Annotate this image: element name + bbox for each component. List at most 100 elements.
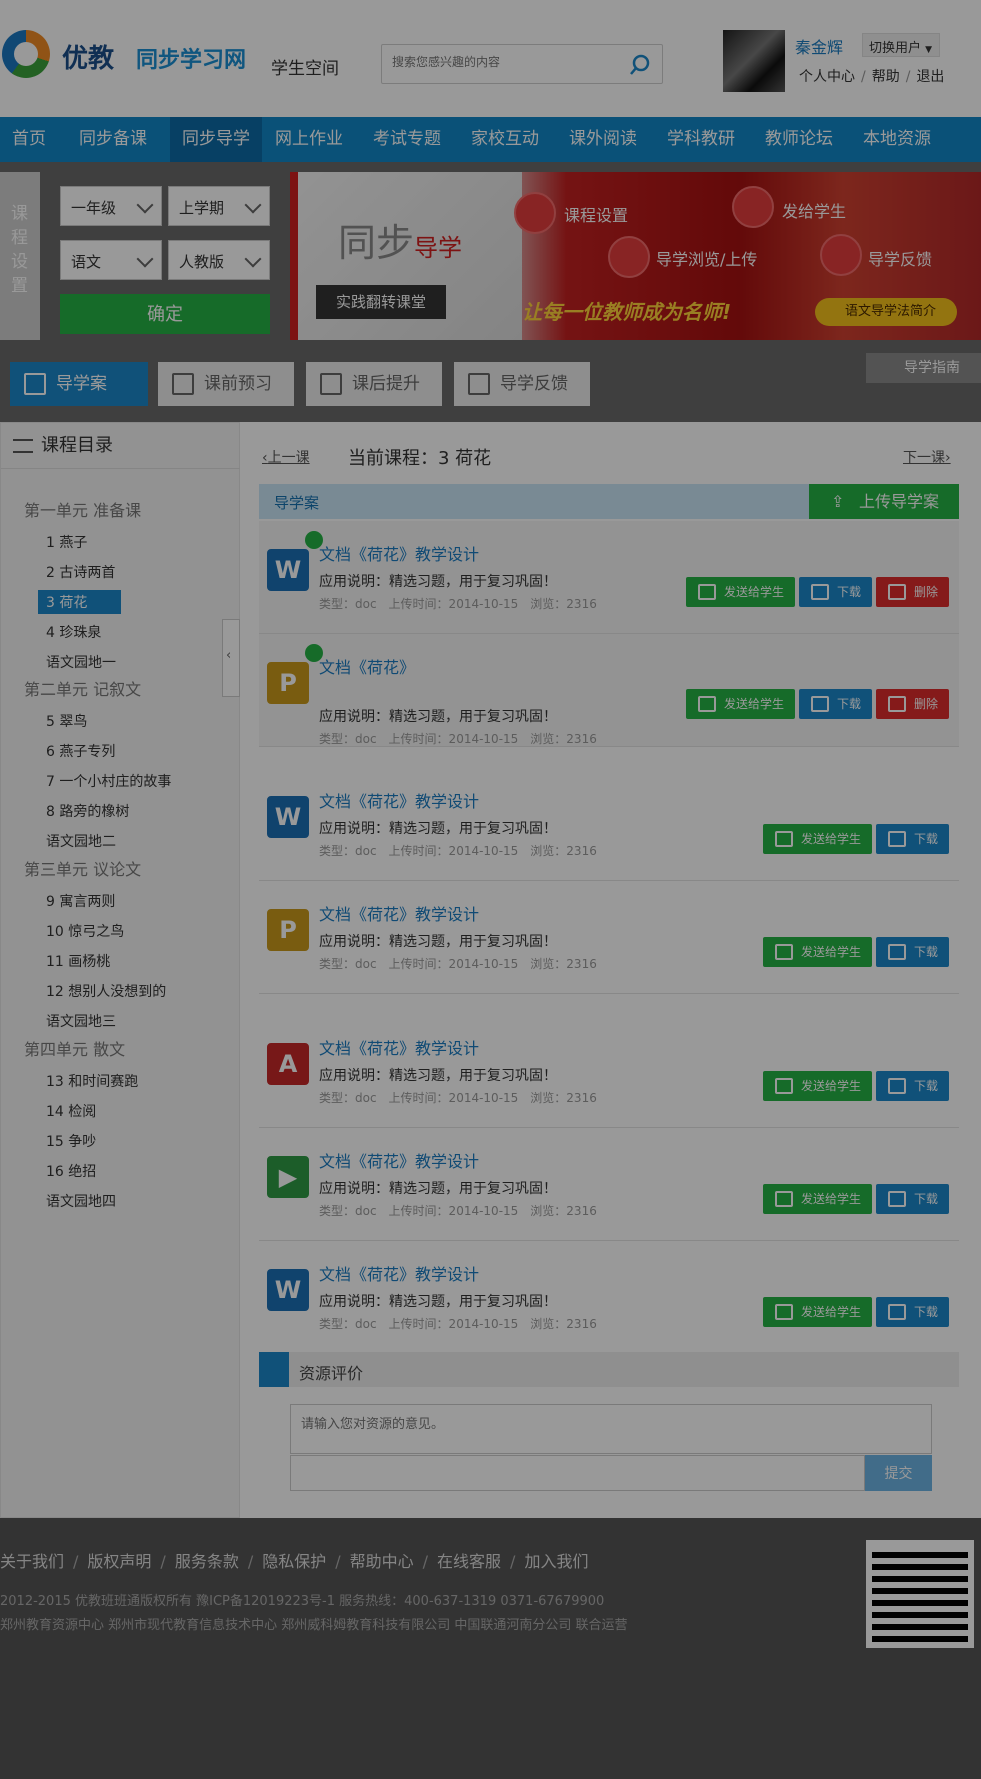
download-button[interactable]: 下载: [876, 1071, 949, 1101]
catalog-lesson[interactable]: 13 和时间赛跑: [46, 1071, 138, 1091]
file-title[interactable]: 文档《荷花》教学设计: [319, 1035, 479, 1059]
nav-guide[interactable]: 同步导学: [170, 117, 262, 162]
download-button[interactable]: 下载: [876, 1184, 949, 1214]
send-to-students-button[interactable]: 发送给学生: [763, 1297, 872, 1327]
nav-reading[interactable]: 课外阅读: [557, 117, 649, 162]
banner[interactable]: 同步导学 实践翻转课堂 课程设置 发给学生 导学浏览/上传 导学反馈 让每一位教…: [290, 172, 981, 340]
search-icon[interactable]: [628, 53, 652, 77]
logo-brand[interactable]: 优教: [62, 38, 114, 75]
delete-button[interactable]: 删除: [876, 577, 949, 607]
nav-local[interactable]: 本地资源: [851, 117, 943, 162]
catalog-lesson[interactable]: 1 燕子: [46, 532, 87, 552]
catalog-lesson[interactable]: 语文园地三: [46, 1011, 116, 1031]
send-to-students-button[interactable]: 发送给学生: [763, 1184, 872, 1214]
footer-link[interactable]: 隐私保护: [262, 1552, 326, 1571]
search-box[interactable]: [381, 44, 663, 84]
catalog-lesson[interactable]: 4 珍珠泉: [46, 622, 101, 642]
catalog-lesson[interactable]: 7 一个小村庄的故事: [46, 771, 171, 791]
download-button[interactable]: 下载: [876, 1297, 949, 1327]
catalog-lesson[interactable]: 9 寓言两则: [46, 891, 115, 911]
download-button[interactable]: 下载: [799, 689, 872, 719]
catalog-lesson[interactable]: 语文园地二: [46, 831, 116, 851]
catalog-lesson[interactable]: 6 燕子专列: [46, 741, 115, 761]
user-name[interactable]: 秦金辉: [795, 34, 843, 58]
file-title[interactable]: 文档《荷花》教学设计: [319, 788, 479, 812]
file-meta: 类型：doc 上传时间：2014-10-15 浏览：2316: [319, 1317, 597, 1331]
nav-research[interactable]: 学科教研: [655, 117, 747, 162]
course-catalog: 课程目录: [0, 422, 241, 1518]
catalog-lesson[interactable]: 11 画杨桃: [46, 951, 110, 971]
mail-icon: [775, 1304, 793, 1320]
download-button[interactable]: 下载: [799, 577, 872, 607]
nav-prep[interactable]: 同步备课: [67, 117, 159, 162]
download-icon: [811, 584, 829, 600]
logo-sub[interactable]: 同步学习网: [136, 42, 246, 74]
footer-link[interactable]: 服务条款: [175, 1552, 239, 1571]
file-desc: 应用说明：精选习题，用于复习巩固！: [319, 1294, 557, 1310]
file-title[interactable]: 文档《荷花》教学设计: [319, 1148, 479, 1172]
catalog-lesson[interactable]: 2 古诗两首: [46, 562, 115, 582]
submit-button[interactable]: 提交: [865, 1455, 932, 1491]
file-title[interactable]: 文档《荷花》: [319, 654, 415, 678]
collapse-sidebar-button[interactable]: ‹: [222, 619, 240, 697]
download-button[interactable]: 下载: [876, 937, 949, 967]
footer-sep: /: [247, 1552, 254, 1571]
tab-improve[interactable]: 课后提升: [306, 362, 442, 406]
download-icon: [888, 1191, 906, 1207]
catalog-lesson[interactable]: 语文园地四: [46, 1191, 116, 1211]
logout-link[interactable]: 退出: [916, 69, 944, 85]
banner-step-send: 发给学生: [782, 202, 847, 221]
file-type-icon: P: [267, 909, 309, 951]
comment-input[interactable]: [290, 1404, 932, 1454]
send-to-students-button[interactable]: 发送给学生: [763, 937, 872, 967]
catalog-lesson[interactable]: 16 绝招: [46, 1161, 96, 1181]
logo-icon[interactable]: [2, 30, 50, 78]
footer-link[interactable]: 帮助中心: [350, 1552, 414, 1571]
footer-link[interactable]: 加入我们: [524, 1552, 588, 1571]
file-title[interactable]: 文档《荷花》教学设计: [319, 541, 479, 565]
subject-select[interactable]: 语文: [60, 240, 162, 280]
nav-home-school[interactable]: 家校互动: [459, 117, 551, 162]
send-to-students-button[interactable]: 发送给学生: [763, 1071, 872, 1101]
grade-select[interactable]: 一年级: [60, 186, 162, 226]
nav-forum[interactable]: 教师论坛: [753, 117, 845, 162]
catalog-lesson[interactable]: 12 想别人没想到的: [46, 981, 166, 1001]
send-to-students-button[interactable]: 发送给学生: [686, 689, 795, 719]
personal-center-link[interactable]: 个人中心: [799, 69, 855, 85]
delete-button[interactable]: 删除: [876, 689, 949, 719]
catalog-lesson[interactable]: 14 检阅: [46, 1101, 96, 1121]
next-lesson-link[interactable]: 下一课›: [903, 447, 951, 467]
file-title[interactable]: 文档《荷花》教学设计: [319, 901, 479, 925]
catalog-lesson[interactable]: 语文园地一: [46, 652, 116, 672]
nav-home[interactable]: 首页: [0, 117, 58, 162]
term-select[interactable]: 上学期: [168, 186, 270, 226]
edition-select[interactable]: 人教版: [168, 240, 270, 280]
footer-link[interactable]: 关于我们: [0, 1552, 64, 1571]
avatar[interactable]: [723, 30, 785, 92]
file-meta: 类型：doc 上传时间：2014-10-15 浏览：2316: [319, 1091, 597, 1105]
catalog-lesson[interactable]: 3 荷花: [38, 590, 122, 614]
catalog-lesson[interactable]: 5 翠鸟: [46, 711, 87, 731]
banner-intro-button[interactable]: 语文导学法简介: [815, 298, 957, 326]
nav-homework[interactable]: 网上作业: [263, 117, 355, 162]
prev-lesson-link[interactable]: ‹上一课: [262, 447, 310, 467]
tab-feedback[interactable]: 导学反馈: [454, 362, 590, 406]
tab-guide-case[interactable]: 导学案: [10, 362, 148, 406]
file-title[interactable]: 文档《荷花》教学设计: [319, 1261, 479, 1285]
download-button[interactable]: 下载: [876, 824, 949, 854]
upload-button[interactable]: ⇪ 上传导学案: [809, 484, 959, 519]
catalog-lesson[interactable]: 10 惊弓之鸟: [46, 921, 124, 941]
search-input[interactable]: [392, 55, 622, 69]
send-to-students-button[interactable]: 发送给学生: [686, 577, 795, 607]
tab-preview[interactable]: 课前预习: [158, 362, 294, 406]
switch-user-dropdown[interactable]: 切换用户 ▼: [862, 33, 940, 57]
footer-link[interactable]: 在线客服: [437, 1552, 501, 1571]
guide-link[interactable]: 导学指南: [866, 353, 981, 383]
catalog-lesson[interactable]: 8 路旁的橡树: [46, 801, 129, 821]
confirm-button[interactable]: 确定: [60, 294, 270, 334]
help-link[interactable]: 帮助: [872, 69, 900, 85]
footer-link[interactable]: 版权声明: [87, 1552, 151, 1571]
nav-exam[interactable]: 考试专题: [361, 117, 453, 162]
send-to-students-button[interactable]: 发送给学生: [763, 824, 872, 854]
catalog-lesson[interactable]: 15 争吵: [46, 1131, 96, 1151]
